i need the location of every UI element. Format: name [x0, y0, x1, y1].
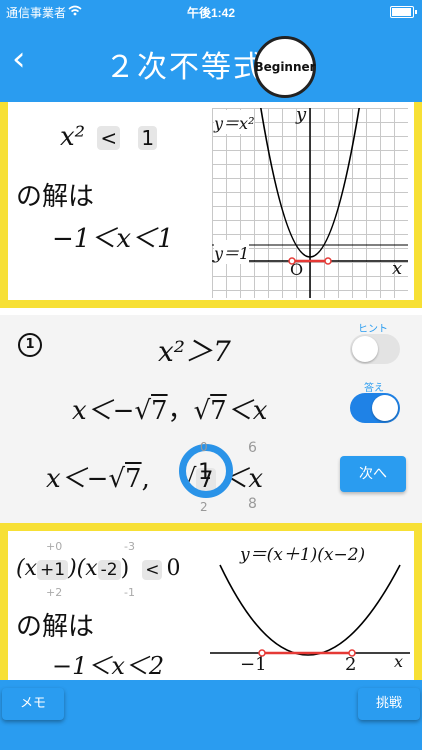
- answer-left: x＜−: [72, 396, 135, 426]
- memo-button[interactable]: メモ: [2, 688, 64, 720]
- example2-close: ): [120, 556, 130, 581]
- hint-label: ヒント: [358, 324, 388, 335]
- example2-rhs: 0: [166, 556, 181, 581]
- sqrt-symbol: √: [108, 464, 126, 494]
- answer-label: 答え: [364, 383, 384, 394]
- radicand-below: 8: [248, 496, 257, 512]
- example1-solution-label: の解は: [16, 182, 95, 212]
- example1-origin: O: [290, 260, 304, 279]
- input-sep: ,: [141, 464, 150, 494]
- example2-graph-label: y＝(x＋1)(x−2): [240, 545, 366, 565]
- example2-factor2-above: -3: [124, 540, 135, 553]
- example2-factor2-open: )(x: [68, 556, 98, 581]
- example2-op-picker[interactable]: <: [142, 560, 163, 580]
- example1-op-picker[interactable]: <: [97, 126, 121, 150]
- radicand-above: 6: [248, 440, 257, 456]
- battery-icon: [390, 6, 417, 18]
- answer-toggle[interactable]: [350, 393, 400, 423]
- example2-solution: −1＜x＜2: [52, 652, 165, 680]
- sqrt-symbol: √: [193, 396, 211, 426]
- answer-root: 7: [151, 396, 168, 426]
- example2-solution-label: の解は: [16, 612, 95, 642]
- example2-factor2-picker[interactable]: -2: [97, 560, 121, 580]
- example2-factor1-below: +2: [46, 586, 63, 599]
- example2-axis-x: x: [394, 652, 404, 671]
- clock: 午後1:42: [186, 6, 236, 20]
- example2-inequality: (x +1)(x -2) <0: [16, 556, 180, 581]
- example2-factor1-picker[interactable]: +1: [37, 560, 69, 580]
- input-root: 7: [125, 464, 142, 494]
- problem-inequality: x²＞7: [158, 335, 231, 368]
- hint-toggle[interactable]: [350, 334, 400, 364]
- example1-axis-y: y: [296, 104, 307, 125]
- answer-root2: 7: [210, 396, 227, 426]
- answer-toggle-knob: [372, 395, 398, 421]
- status-bar: 通信事業者 午後1:42: [0, 0, 422, 22]
- sqrt-symbol: √: [134, 396, 152, 426]
- problem-answer: x＜−√7，√7＜x: [72, 390, 267, 427]
- answer-right: ＜x: [226, 396, 268, 426]
- example1-inequality: x² < 1: [60, 122, 158, 152]
- example1-curve-label: y＝x²: [214, 110, 255, 134]
- example2-root2: 2: [345, 654, 357, 675]
- challenge-button[interactable]: 挑戦: [358, 688, 420, 720]
- example1-solution: −1＜x＜1: [52, 224, 174, 254]
- example1-axis-x: x: [392, 258, 403, 279]
- example2-factor2-below: -1: [124, 586, 135, 599]
- example1-lhs: x²: [60, 122, 86, 152]
- coefficient-below: 2: [200, 500, 208, 514]
- example1-line-label: y＝1: [214, 240, 250, 264]
- input-left: x＜−: [46, 464, 109, 494]
- example2-factor1-above: +0: [46, 540, 63, 553]
- level-badge: Beginner: [254, 36, 316, 98]
- page-title: ２次不等式: [105, 50, 265, 85]
- answer-sep: ，: [167, 396, 194, 426]
- next-button[interactable]: 次へ: [340, 456, 406, 492]
- example2-factor1-open: (x: [16, 556, 37, 581]
- example2-root1: −1: [240, 654, 267, 675]
- coefficient-above: 0: [200, 440, 208, 454]
- example1-graph-overlay: [212, 108, 408, 298]
- hint-toggle-knob: [352, 336, 378, 362]
- coefficient-picker[interactable]: 1: [198, 460, 212, 485]
- example1-rhs-picker[interactable]: 1: [138, 126, 158, 150]
- header: ‹ ２次不等式 Beginner: [0, 22, 422, 102]
- chevron-left-icon[interactable]: ‹: [12, 42, 26, 76]
- problem-number: 1: [18, 333, 42, 357]
